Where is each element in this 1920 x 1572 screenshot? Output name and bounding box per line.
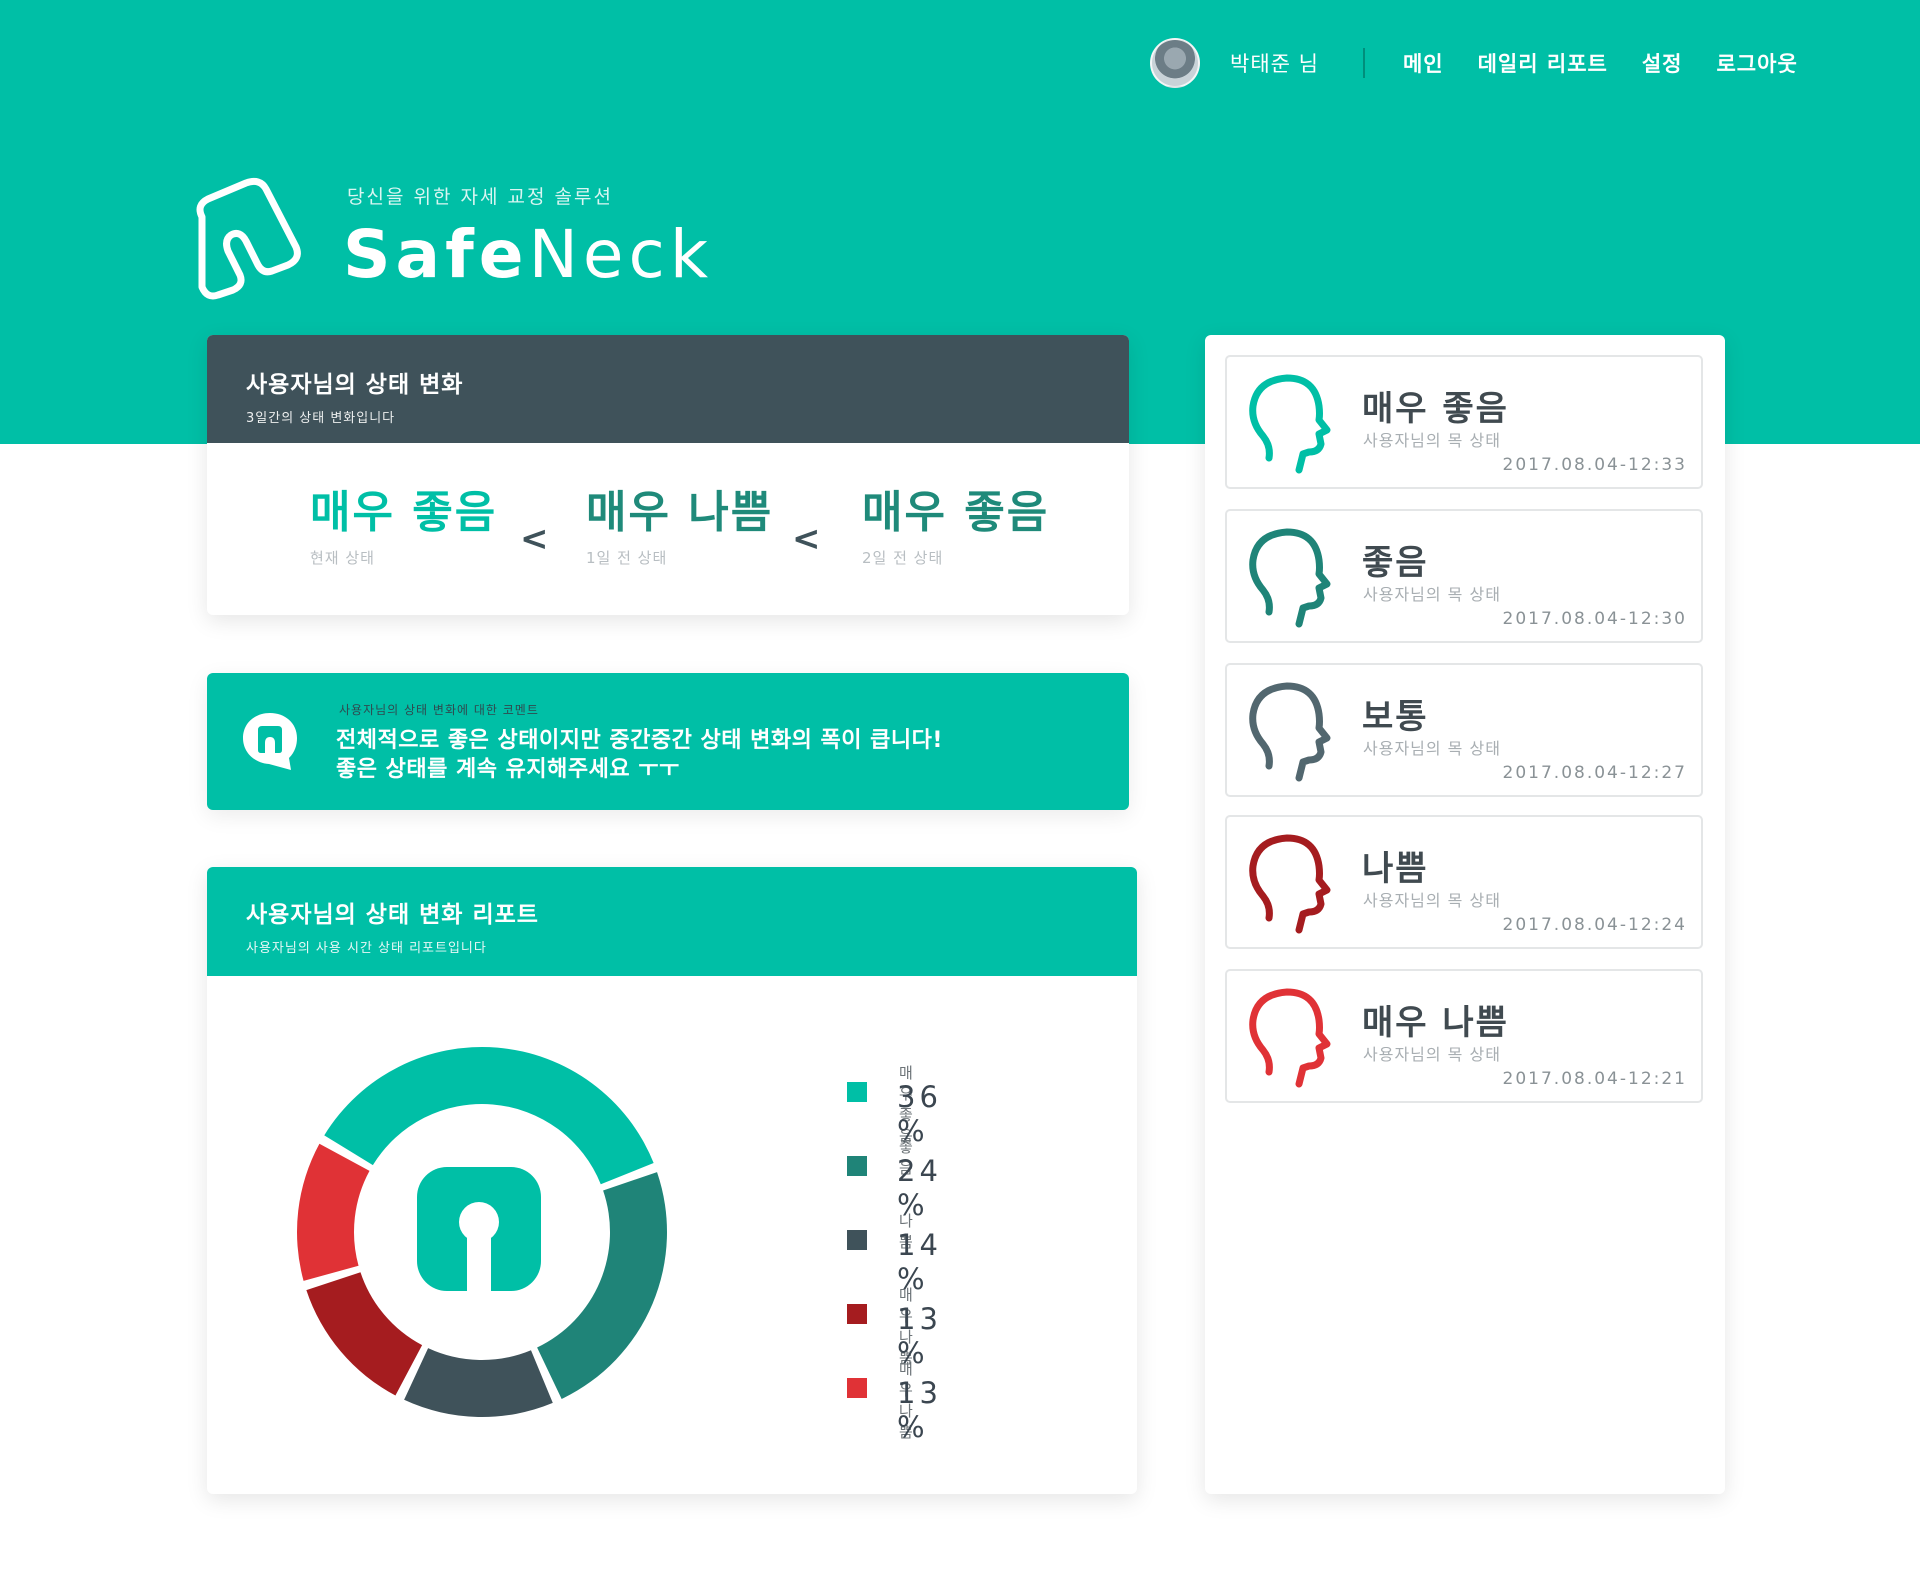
legend-swatch — [847, 1082, 867, 1102]
brand-name-neck: Neck — [528, 216, 714, 293]
history-timestamp: 2017.08.04-12:24 — [1502, 915, 1687, 935]
history-status: 매우 좋음 — [1362, 389, 1509, 429]
user-name: 박태준 님 — [1230, 52, 1319, 76]
chevron-left-icon: < — [792, 519, 821, 559]
brand-name: SafeNeck — [343, 210, 713, 300]
history-item[interactable]: 매우 나쁨 사용자님의 목 상태 2017.08.04-12:21 — [1225, 969, 1703, 1103]
status-2day-value: 매우 좋음 — [862, 487, 1050, 538]
legend-value: 13 % — [897, 1376, 942, 1444]
status-current-caption: 현재 상태 — [310, 549, 375, 567]
head-profile-icon — [1249, 988, 1331, 1088]
history-timestamp: 2017.08.04-12:27 — [1502, 763, 1687, 783]
status-1day-ago: 매우 나쁨 1일 전 상태 — [586, 485, 773, 568]
history-status: 보통 — [1362, 697, 1429, 737]
nav-link-main[interactable]: 메인 — [1403, 48, 1444, 78]
report-subtitle: 사용자님의 사용 시간 상태 리포트입니다 — [246, 941, 487, 956]
status-1day-caption: 1일 전 상태 — [586, 549, 668, 567]
status-card-subtitle: 3일간의 상태 변화입니다 — [246, 411, 396, 426]
status-2day-caption: 2일 전 상태 — [862, 549, 944, 567]
donut-chart — [297, 1047, 667, 1417]
nav-divider — [1362, 48, 1365, 78]
history-item[interactable]: 좋음 사용자님의 목 상태 2017.08.04-12:30 — [1225, 509, 1703, 643]
history-subtitle: 사용자님의 목 상태 — [1363, 585, 1501, 604]
brand-tagline: 당신을 위한 자세 교정 솔루션 — [347, 186, 613, 208]
history-status: 나쁨 — [1362, 849, 1429, 889]
chevron-left-icon: < — [520, 519, 549, 559]
nav-link-daily-report[interactable]: 데일리 리포트 — [1478, 48, 1608, 78]
safeneck-logo-icon — [196, 178, 301, 300]
history-status: 매우 나쁨 — [1362, 1003, 1509, 1043]
status-change-card: 사용자님의 상태 변화 3일간의 상태 변화입니다 매우 좋음 현재 상태 < … — [207, 335, 1129, 615]
status-card-header: 사용자님의 상태 변화 3일간의 상태 변화입니다 — [207, 335, 1129, 443]
report-card-header: 사용자님의 상태 변화 리포트 사용자님의 사용 시간 상태 리포트입니다 — [207, 867, 1137, 976]
history-timestamp: 2017.08.04-12:30 — [1502, 609, 1687, 629]
top-nav: 박태준 님 메인 데일리 리포트 설정 로그아웃 — [1150, 38, 1832, 88]
legend-swatch — [847, 1230, 867, 1250]
status-card-title: 사용자님의 상태 변화 — [246, 372, 464, 398]
report-title: 사용자님의 상태 변화 리포트 — [246, 902, 539, 928]
comment-card: 사용자님의 상태 변화에 대한 코멘트 전체적으로 좋은 상태이지만 중간중간 … — [207, 673, 1129, 810]
legend-swatch — [847, 1304, 867, 1324]
neck-history-card: 매우 좋음 사용자님의 목 상태 2017.08.04-12:33 좋음 사용자… — [1205, 335, 1725, 1494]
head-profile-icon — [1249, 528, 1331, 628]
donut-slice-1 — [324, 1047, 654, 1185]
head-profile-icon — [1249, 834, 1331, 934]
nav-link-settings[interactable]: 설정 — [1642, 48, 1683, 78]
history-timestamp: 2017.08.04-12:21 — [1502, 1069, 1687, 1089]
history-subtitle: 사용자님의 목 상태 — [1363, 739, 1501, 758]
donut-slice-4 — [306, 1272, 423, 1396]
comment-subtitle: 사용자님의 상태 변화에 대한 코멘트 — [339, 703, 539, 717]
legend-swatch — [847, 1378, 867, 1398]
comment-line-2: 좋은 상태를 계속 유지해주세요 ㅜㅜ — [336, 757, 680, 782]
history-timestamp: 2017.08.04-12:33 — [1502, 455, 1687, 475]
history-item[interactable]: 매우 좋음 사용자님의 목 상태 2017.08.04-12:33 — [1225, 355, 1703, 489]
donut-slice-2 — [537, 1172, 667, 1399]
donut-slice-5 — [297, 1143, 370, 1281]
brand-name-safe: Safe — [343, 216, 529, 293]
avatar[interactable] — [1150, 38, 1200, 88]
history-subtitle: 사용자님의 목 상태 — [1363, 891, 1501, 910]
history-subtitle: 사용자님의 목 상태 — [1363, 1045, 1501, 1064]
status-1day-value: 매우 나쁨 — [586, 487, 774, 538]
comment-line-1: 전체적으로 좋은 상태이지만 중간중간 상태 변화의 폭이 큽니다! — [336, 728, 943, 753]
comment-text: 전체적으로 좋은 상태이지만 중간중간 상태 변화의 폭이 큽니다! 좋은 상태… — [336, 726, 943, 784]
comment-bubble-icon — [243, 713, 297, 770]
head-profile-icon — [1249, 374, 1331, 474]
legend-swatch — [847, 1156, 867, 1176]
status-2day-ago: 매우 좋음 2일 전 상태 — [862, 485, 1049, 568]
status-current: 매우 좋음 현재 상태 — [310, 485, 497, 568]
history-status: 좋음 — [1362, 543, 1429, 583]
status-current-value: 매우 좋음 — [310, 487, 498, 538]
history-item[interactable]: 보통 사용자님의 목 상태 2017.08.04-12:27 — [1225, 663, 1703, 797]
history-item[interactable]: 나쁨 사용자님의 목 상태 2017.08.04-12:24 — [1225, 815, 1703, 949]
nav-link-logout[interactable]: 로그아웃 — [1716, 48, 1797, 78]
history-subtitle: 사용자님의 목 상태 — [1363, 431, 1501, 450]
head-profile-icon — [1249, 682, 1331, 782]
chart-center-logo — [417, 1167, 541, 1301]
report-card: 사용자님의 상태 변화 리포트 사용자님의 사용 시간 상태 리포트입니다 매우… — [207, 867, 1137, 1494]
donut-slice-3 — [404, 1348, 553, 1417]
